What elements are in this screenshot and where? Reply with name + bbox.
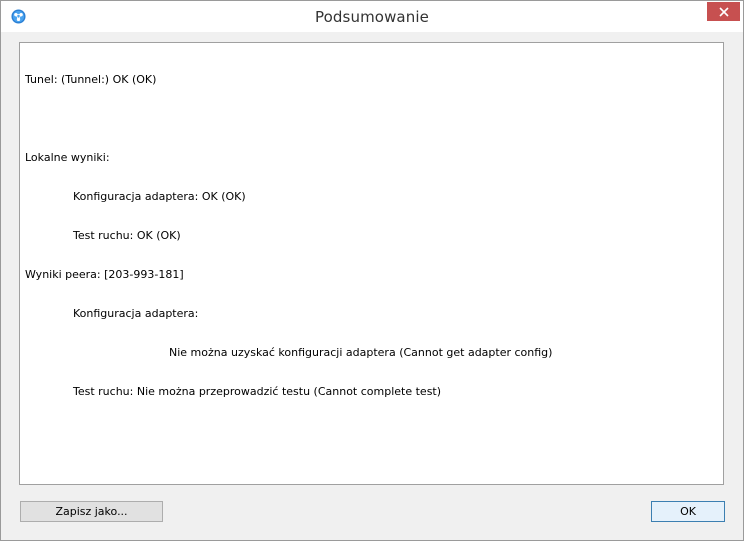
tunnel-status-line: Tunel: (Tunnel:) OK (OK) — [25, 73, 157, 86]
save-as-button[interactable]: Zapisz jako... — [20, 501, 163, 522]
summary-dialog: Podsumowanie Tunel: (Tunnel:) OK (OK) Lo… — [0, 0, 744, 541]
local-results-heading: Lokalne wyniki: — [25, 151, 110, 164]
peer-traffic-test-line: Test ruchu: Nie można przeprowadzić test… — [73, 385, 442, 398]
window-title: Podsumowanie — [315, 8, 429, 26]
peer-results-heading: Wyniki peera: [203-993-181] — [25, 268, 184, 281]
close-icon — [718, 6, 729, 17]
close-button[interactable] — [707, 2, 740, 21]
local-traffic-test-line: Test ruchu: OK (OK) — [73, 229, 181, 242]
peer-adapter-config-line: Konfiguracja adaptera: — [73, 307, 199, 320]
peer-adapter-config-error: Nie można uzyskać konfiguracji adaptera … — [169, 346, 553, 359]
summary-text: Tunel: (Tunnel:) OK (OK) Lokalne wyniki:… — [25, 47, 718, 480]
title-bar[interactable]: Podsumowanie — [1, 1, 743, 32]
local-adapter-config-line: Konfiguracja adaptera: OK (OK) — [73, 190, 246, 203]
summary-text-box[interactable]: Tunel: (Tunnel:) OK (OK) Lokalne wyniki:… — [19, 42, 724, 485]
ok-button[interactable]: OK — [651, 501, 725, 522]
